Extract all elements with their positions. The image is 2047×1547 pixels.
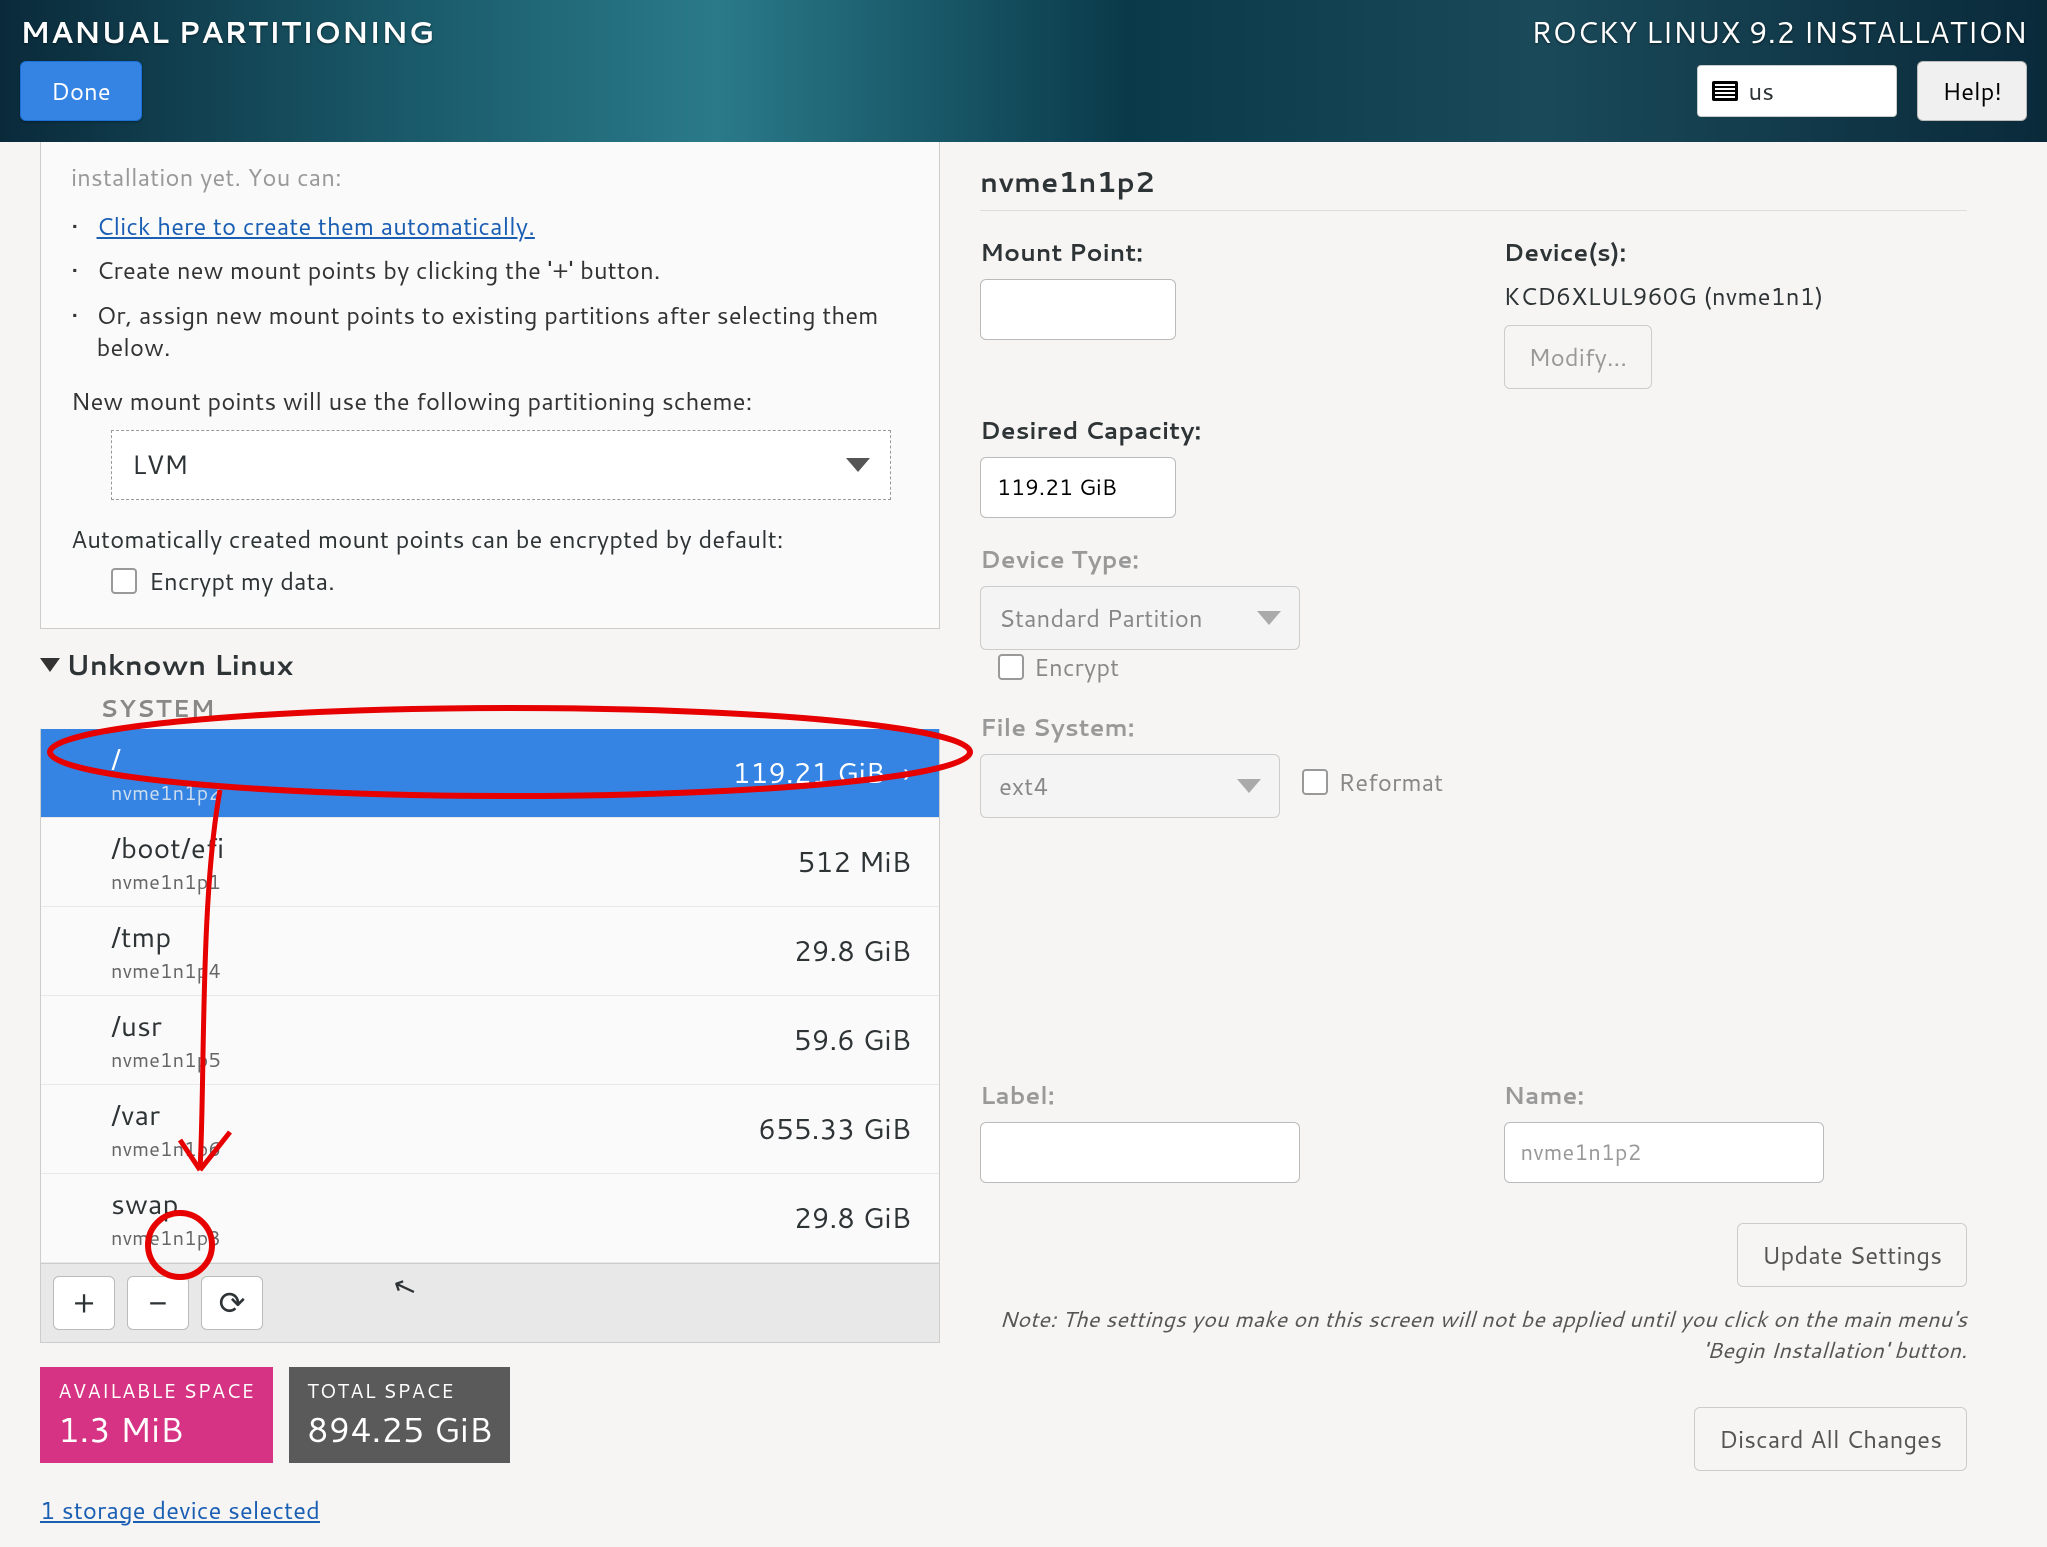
scheme-select[interactable]: LVM [111, 430, 891, 500]
mount-point-label: Mount Point: [980, 235, 1444, 269]
keyboard-layout-label: us [1748, 74, 1774, 108]
partition-mount: / [111, 739, 221, 779]
storage-devices-link[interactable]: 1 storage device selected [40, 1493, 320, 1527]
encrypt-checkbox[interactable] [111, 568, 137, 594]
capacity-input[interactable] [980, 457, 1176, 518]
partition-list: /nvme1n1p2 119.21 GiB › /boot/efinvme1n1p1 5… [40, 729, 940, 1264]
partition-group-header[interactable]: Unknown Linux [40, 645, 940, 685]
label-label: Label: [980, 1078, 1444, 1112]
header: MANUAL PARTITIONING Done ROCKY LINUX 9.2… [0, 0, 2047, 142]
keyboard-icon [1712, 81, 1738, 101]
chevron-right-icon: › [903, 753, 911, 793]
chevron-down-icon [1257, 611, 1281, 625]
modify-devices-button[interactable]: Modify... [1504, 325, 1652, 389]
mount-point-input[interactable] [980, 279, 1176, 340]
intro-assign-text: Or, assign new mount points to existing … [97, 299, 910, 364]
installer-title: ROCKY LINUX 9.2 INSTALLATION [1531, 10, 2027, 53]
partition-device: nvme1n1p6 [111, 1135, 221, 1163]
total-space-value: 894.25 GiB [307, 1405, 492, 1453]
update-settings-button[interactable]: Update Settings [1737, 1223, 1967, 1287]
chevron-down-icon [1237, 779, 1261, 793]
partition-row[interactable]: /varnvme1n1p6 655.33 GiB [41, 1085, 939, 1174]
partition-device: nvme1n1p2 [111, 779, 221, 807]
done-button[interactable]: Done [20, 61, 142, 121]
add-partition-button[interactable]: + [53, 1276, 115, 1330]
partition-size: 29.8 GiB [794, 931, 911, 971]
total-space-badge: TOTAL SPACE 894.25 GiB [289, 1367, 510, 1463]
partition-device: nvme1n1p4 [111, 957, 221, 985]
partition-row[interactable]: /tmpnvme1n1p4 29.8 GiB [41, 907, 939, 996]
partition-mount: /usr [111, 1006, 221, 1046]
device-type-select[interactable]: Standard Partition [980, 586, 1300, 650]
partition-mount: /tmp [111, 917, 221, 957]
label-input[interactable] [980, 1122, 1300, 1183]
partition-size: 512 MiB [798, 842, 911, 882]
encrypt-partition-label: Encrypt [1034, 650, 1119, 684]
divider [980, 210, 1967, 211]
partition-size: 29.8 GiB [794, 1198, 911, 1238]
available-space-value: 1.3 MiB [58, 1405, 255, 1453]
help-button[interactable]: Help! [1917, 61, 2027, 121]
device-type-label: Device Type: [980, 542, 1444, 576]
filesystem-select[interactable]: ext4 [980, 754, 1280, 818]
scheme-value: LVM [132, 447, 188, 483]
keyboard-layout-indicator[interactable]: us [1697, 65, 1897, 117]
partition-device: nvme1n1p1 [111, 868, 224, 896]
partition-mount: /var [111, 1095, 221, 1135]
partition-mount: swap [111, 1184, 221, 1224]
remove-partition-button[interactable]: − [127, 1276, 189, 1330]
partition-group-label: Unknown Linux [66, 645, 293, 685]
devices-label: Device(s): [1504, 235, 1968, 269]
partition-device: nvme1n1p5 [111, 1046, 221, 1074]
intro-create-text: Create new mount points by clicking the … [97, 254, 661, 286]
capacity-label: Desired Capacity: [980, 413, 1444, 447]
partition-toolbar: + − ⟳ ↖ [40, 1264, 940, 1343]
encrypt-checkbox-label: Encrypt my data. [149, 564, 335, 598]
partition-row[interactable]: /usrnvme1n1p5 59.6 GiB [41, 996, 939, 1085]
partition-device: nvme1n1p3 [111, 1224, 221, 1252]
device-type-value: Standard Partition [999, 601, 1203, 635]
partition-row[interactable]: /boot/efinvme1n1p1 512 MiB [41, 818, 939, 907]
autopart-link[interactable]: Click here to create them automatically. [97, 210, 535, 242]
encrypt-partition-checkbox[interactable] [998, 654, 1024, 680]
available-space-label: AVAILABLE SPACE [58, 1377, 255, 1405]
partition-size: 655.33 GiB [758, 1109, 911, 1149]
total-space-label: TOTAL SPACE [307, 1377, 492, 1405]
partition-size: 119.21 GiB [733, 753, 886, 793]
scheme-label: New mount points will use the following … [71, 384, 909, 418]
encrypt-note: Automatically created mount points can b… [71, 522, 909, 556]
available-space-badge: AVAILABLE SPACE 1.3 MiB [40, 1367, 273, 1463]
reload-button[interactable]: ⟳ [201, 1276, 263, 1330]
reformat-label: Reformat [1338, 765, 1443, 799]
name-label: Name: [1504, 1078, 1968, 1112]
filesystem-value: ext4 [999, 769, 1049, 803]
page-title: MANUAL PARTITIONING [20, 10, 434, 53]
selected-partition-title: nvme1n1p2 [980, 162, 1967, 202]
cursor-icon: ↖ [386, 1263, 427, 1322]
intro-cutoff-text: installation yet. You can: [71, 160, 909, 194]
partition-subgroup-label: SYSTEM [100, 691, 940, 725]
devices-value: KCD6XLUL960G (nvme1n1) [1504, 279, 1968, 313]
filesystem-label: File System: [980, 710, 1444, 744]
partition-size: 59.6 GiB [794, 1020, 911, 1060]
reformat-checkbox[interactable] [1302, 769, 1328, 795]
partition-row[interactable]: /nvme1n1p2 119.21 GiB › [41, 729, 939, 818]
settings-note: Note: The settings you make on this scre… [980, 1305, 1967, 1367]
name-input[interactable] [1504, 1122, 1824, 1183]
partition-row[interactable]: swapnvme1n1p3 29.8 GiB [41, 1174, 939, 1263]
chevron-down-icon [846, 458, 870, 472]
partition-mount: /boot/efi [111, 828, 224, 868]
intro-panel: installation yet. You can: Click here to… [40, 142, 940, 629]
caret-down-icon [40, 658, 60, 672]
discard-changes-button[interactable]: Discard All Changes [1694, 1407, 1967, 1471]
